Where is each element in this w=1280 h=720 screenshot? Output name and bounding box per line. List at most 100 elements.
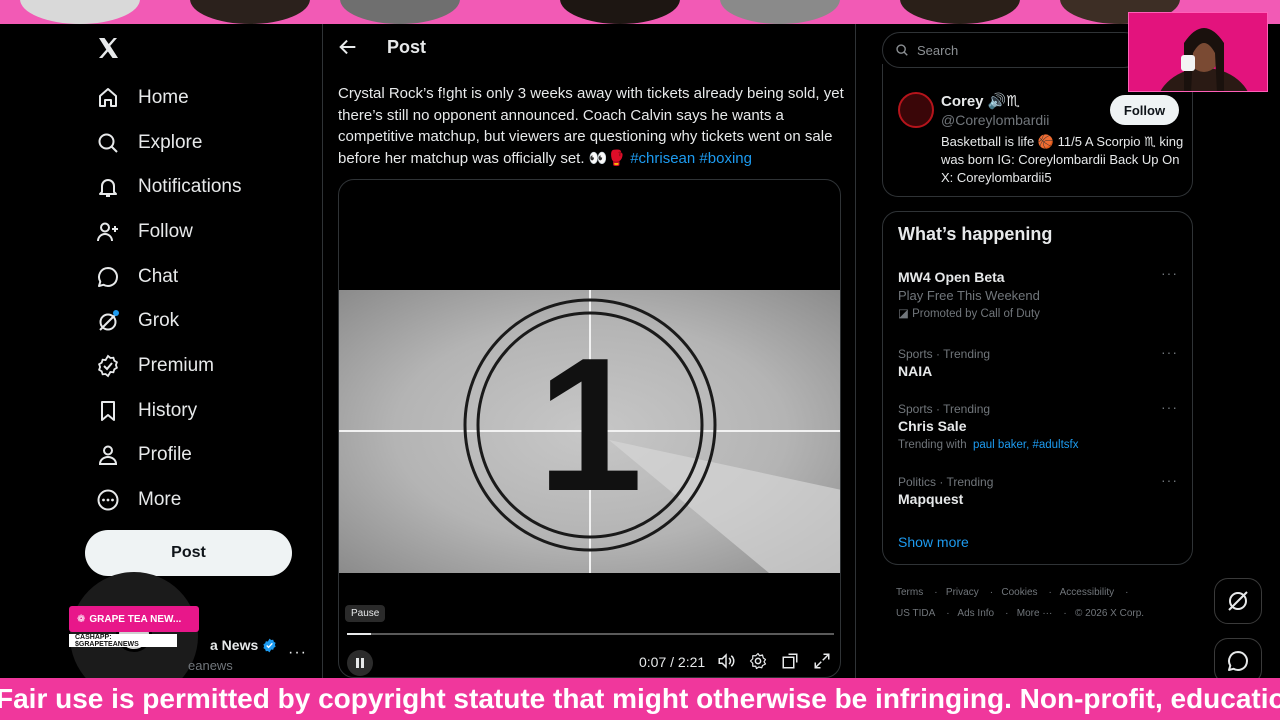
add-user-icon <box>96 220 120 244</box>
nav-label: Follow <box>138 221 193 242</box>
promoted-label: ◪ Promoted by Call of Duty <box>898 305 1183 323</box>
account-more-icon[interactable]: ··· <box>288 644 307 662</box>
whats-happening-panel: What’s happening MW4 Open Beta Play Free… <box>882 211 1193 565</box>
grape-icon: ❁ <box>77 613 86 625</box>
settings-button[interactable] <box>747 650 769 672</box>
footer-row: Terms · Privacy · Cookies · Accessibility · <box>896 587 1129 598</box>
post-column: Post Crystal Rock’s f!ght is only 3 week… <box>322 24 856 678</box>
nav-label: Notifications <box>138 176 242 197</box>
nav-chat[interactable]: Chat <box>84 255 190 299</box>
back-arrow-icon[interactable] <box>337 36 359 58</box>
show-more-link[interactable]: Show more <box>898 534 969 550</box>
trend-links[interactable]: paul baker, #adultsfx <box>973 439 1079 451</box>
video-progress-fill <box>347 633 372 635</box>
cashapp-label: CASHAPP: $GRAPETEANEWS <box>69 634 177 648</box>
more-icon[interactable]: ··· <box>1161 472 1178 488</box>
video-progress-bar[interactable] <box>347 633 834 635</box>
trend-meta: Sports · Trending <box>898 347 991 361</box>
nav-label: Chat <box>138 266 179 287</box>
footer-link[interactable]: US TIDA <box>896 608 935 619</box>
nav-more[interactable]: More <box>84 478 193 522</box>
nav-label: Grok <box>138 310 180 331</box>
video-player[interactable]: 1 Pause 0:07 / 2:21 <box>338 179 841 678</box>
hashtag-link[interactable]: #boxing <box>699 150 752 167</box>
channel-badge: ❁ GRAPE TEA NEW... <box>69 606 199 632</box>
video-time: 0:07 / 2:21 <box>639 654 706 670</box>
grok-icon <box>1228 591 1248 611</box>
bookmark-icon <box>96 399 120 423</box>
more-circle-icon <box>96 488 120 512</box>
chat-icon <box>96 265 120 289</box>
nav-history[interactable]: History <box>84 389 209 433</box>
nav-profile[interactable]: Profile <box>84 433 204 477</box>
more-icon[interactable]: ··· <box>1161 399 1178 415</box>
footer-link[interactable]: Cookies <box>1001 587 1037 598</box>
promoted-icon: ◪ <box>898 308 913 320</box>
trend-context: Trending with paul baker, #adultsfx <box>898 436 1183 454</box>
trend-title: MW4 Open Beta <box>898 269 1005 285</box>
post-button[interactable]: Post <box>85 530 292 576</box>
copyright: © 2026 X Corp. <box>1075 608 1145 619</box>
nav-follow[interactable]: Follow <box>84 210 205 254</box>
nav-label: More <box>138 489 182 510</box>
trend-subtitle: Play Free This Weekend <box>898 288 1040 303</box>
trend-item[interactable]: Sports · Trending NAIA ··· <box>898 344 1183 381</box>
grok-fab-button[interactable] <box>1214 578 1262 624</box>
home-icon <box>96 86 120 110</box>
nav-label: Premium <box>138 355 215 376</box>
footer-link[interactable]: More ··· <box>1017 608 1053 619</box>
trend-meta: Politics · Trending <box>898 475 994 489</box>
footer-links: Terms · Privacy · Cookies · Accessibility · … <box>896 582 1186 624</box>
nav-premium[interactable]: Premium <box>84 344 226 388</box>
search-input[interactable] <box>917 42 1117 58</box>
nav-label: Home <box>138 87 189 108</box>
trend-item[interactable]: Politics · Trending Mapquest ··· <box>898 472 1183 509</box>
nav-grok[interactable]: Grok <box>84 299 191 343</box>
page-title: Post <box>387 37 427 57</box>
x-logo-icon[interactable] <box>96 36 120 60</box>
fullscreen-button[interactable] <box>811 650 833 672</box>
promoted-text: Promoted by Call of Duty <box>912 308 1040 320</box>
footer-link[interactable]: Accessibility <box>1060 587 1114 598</box>
left-sidebar: Home Explore Notifications Follow Chat G… <box>0 24 322 678</box>
trend-item[interactable]: Sports · Trending Chris Sale Trending wi… <box>898 399 1183 454</box>
messages-fab-button[interactable] <box>1214 638 1262 678</box>
follow-button[interactable]: Follow <box>1110 95 1179 125</box>
more-icon[interactable]: ··· <box>1161 265 1178 281</box>
trending-with-label: Trending with <box>898 439 967 451</box>
search-bar[interactable] <box>882 32 1142 68</box>
nav-home[interactable]: Home <box>84 76 201 120</box>
trend-title: Mapquest <box>898 491 964 507</box>
stream-top-border <box>0 0 1280 24</box>
footer-link[interactable]: Ads Info <box>957 608 994 619</box>
nav-label: History <box>138 400 198 421</box>
person-icon <box>96 443 120 467</box>
pip-button[interactable] <box>779 650 801 672</box>
countdown-number: 1 <box>537 319 643 531</box>
profile-name[interactable]: Corey 🔊♏ <box>941 92 1020 110</box>
footer-link[interactable]: Privacy <box>946 587 979 598</box>
avatar[interactable] <box>898 92 934 128</box>
nav-notifications[interactable]: Notifications <box>84 165 254 209</box>
search-icon <box>896 44 908 56</box>
account-name-text: a News <box>210 637 259 653</box>
bell-icon <box>96 175 120 199</box>
pause-tooltip: Pause <box>345 605 386 622</box>
profile-handle[interactable]: @Coreylombardii <box>941 112 1049 128</box>
verified-icon <box>96 354 120 378</box>
hashtag-link[interactable]: #chrisean <box>630 150 695 167</box>
trend-item[interactable]: MW4 Open Beta Play Free This Weekend ◪ P… <box>898 265 1183 323</box>
picture-in-picture-icon <box>782 653 798 669</box>
nav-explore[interactable]: Explore <box>84 121 214 165</box>
post-body: Crystal Rock’s f!ght is only 3 weeks awa… <box>338 85 844 167</box>
pause-button[interactable] <box>347 650 373 676</box>
account-name: a News <box>210 637 277 653</box>
account-handle: eanews <box>188 658 233 673</box>
pause-icon <box>356 658 364 668</box>
more-icon[interactable]: ··· <box>1161 344 1178 360</box>
gear-icon <box>749 652 767 670</box>
x-app: Home Explore Notifications Follow Chat G… <box>0 24 1280 678</box>
grok-icon <box>96 309 120 333</box>
volume-button[interactable] <box>715 650 737 672</box>
footer-link[interactable]: Terms <box>896 587 923 598</box>
